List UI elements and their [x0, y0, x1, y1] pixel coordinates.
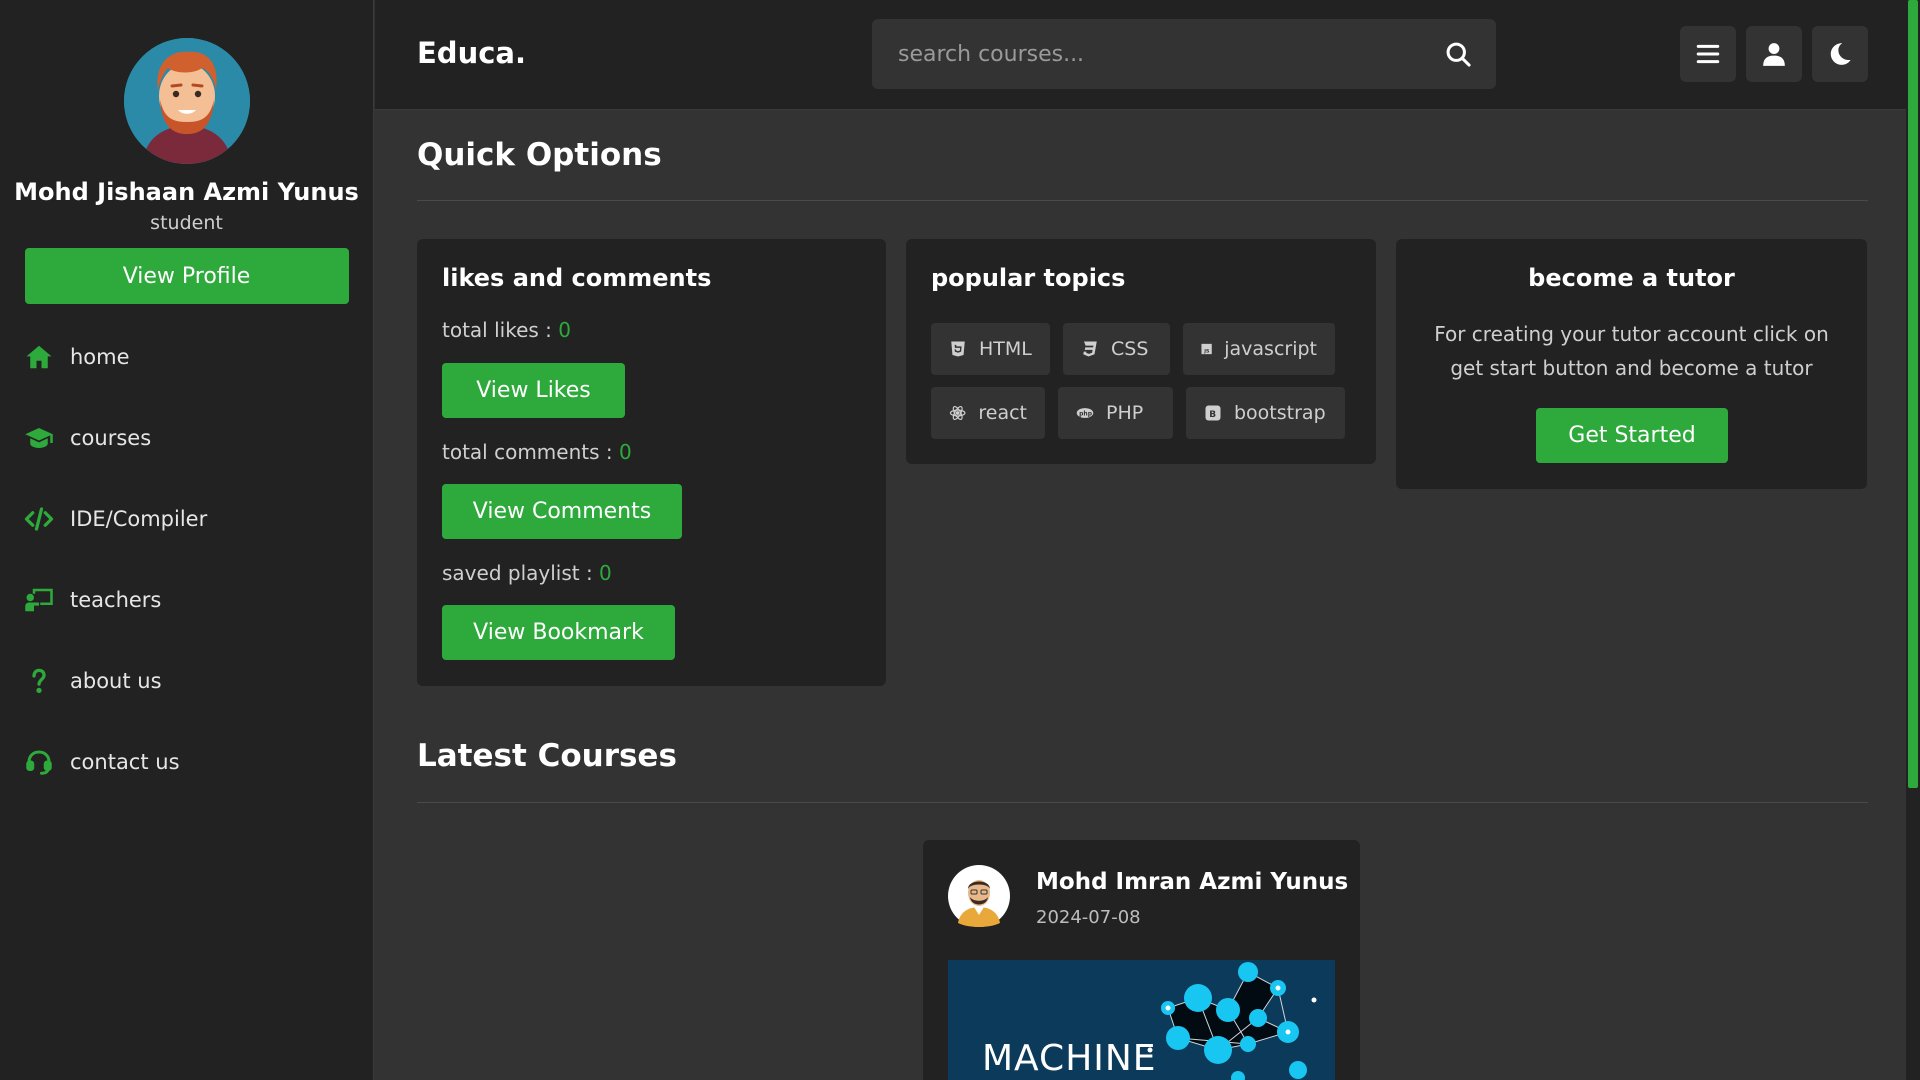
card-title: become a tutor	[1528, 264, 1735, 292]
sidebar-item-home[interactable]: home	[0, 316, 373, 397]
sidebar-item-about-us[interactable]: about us	[0, 640, 373, 721]
react-icon	[949, 405, 966, 421]
headset-icon	[26, 749, 52, 775]
php-icon: php	[1076, 408, 1094, 418]
question-icon	[32, 668, 46, 693]
total-likes-stat: total likes : 0	[442, 318, 571, 342]
main-content: Quick Options likes and comments total l…	[375, 111, 1906, 1080]
course-card[interactable]: Mohd Imran Azmi Yunus 2024-07-08 MACHINE	[923, 840, 1360, 1080]
user-button[interactable]	[1746, 26, 1802, 82]
topic-tag-label: react	[978, 402, 1027, 424]
html5-icon	[951, 341, 965, 357]
home-icon	[26, 345, 52, 368]
topic-tag-label: javascript	[1224, 338, 1317, 360]
svg-text:php: php	[1079, 410, 1093, 417]
section-divider	[417, 802, 1868, 803]
thumbnail-title: MACHINE	[982, 1038, 1157, 1079]
topic-tag-javascript[interactable]: JS javascript	[1183, 323, 1335, 375]
hamburger-menu-icon	[1696, 44, 1720, 64]
total-likes-value: 0	[558, 318, 571, 342]
user-icon	[1763, 43, 1785, 66]
menu-button[interactable]	[1680, 26, 1736, 82]
card-title: popular topics	[931, 264, 1126, 292]
sidebar-nav: home courses IDE/Compiler teachers about…	[0, 316, 373, 802]
view-bookmark-button[interactable]: View Bookmark	[442, 605, 675, 660]
sidebar-item-label: home	[70, 344, 130, 369]
tutor-description: For creating your tutor account click on…	[1434, 322, 1829, 380]
likes-comments-card: likes and comments total likes : 0 View …	[417, 239, 886, 686]
scrollbar-thumb[interactable]	[1908, 0, 1918, 788]
moon-icon	[1830, 43, 1851, 65]
topic-tag-label: bootstrap	[1234, 402, 1326, 424]
topic-tag-label: CSS	[1111, 338, 1149, 360]
sidebar-item-label: IDE/Compiler	[70, 506, 208, 531]
graduation-cap-icon	[25, 427, 53, 448]
total-comments-stat: total comments : 0	[442, 440, 632, 464]
view-comments-button[interactable]: View Comments	[442, 484, 682, 539]
stat-label: total likes :	[442, 318, 559, 342]
saved-playlist-value: 0	[599, 561, 612, 585]
sidebar-item-label: teachers	[70, 587, 162, 612]
search-input[interactable]	[898, 41, 1444, 67]
profile-role: student	[150, 212, 223, 234]
profile-section: Mohd Jishaan Azmi Yunus student View Pro…	[0, 0, 373, 304]
get-started-button[interactable]: Get Started	[1536, 408, 1728, 463]
css3-icon	[1083, 341, 1097, 357]
sidebar-item-ide-compiler[interactable]: IDE/Compiler	[0, 478, 373, 559]
search-icon[interactable]	[1444, 40, 1472, 68]
topic-tag-label: PHP	[1106, 402, 1144, 424]
sidebar-item-courses[interactable]: courses	[0, 397, 373, 478]
stat-label: total comments :	[442, 440, 619, 464]
course-date: 2024-07-08	[1036, 907, 1141, 928]
svg-text:JS: JS	[1203, 349, 1210, 355]
topic-tag-css[interactable]: CSS	[1063, 323, 1170, 375]
sidebar-item-teachers[interactable]: teachers	[0, 559, 373, 640]
header: Educa.	[375, 0, 1906, 110]
total-comments-value: 0	[618, 440, 632, 464]
latest-courses-title: Latest Courses	[417, 738, 677, 774]
become-tutor-card: become a tutor For creating your tutor a…	[1396, 239, 1867, 489]
view-profile-button[interactable]: View Profile	[24, 248, 349, 304]
topic-tag-html[interactable]: HTML	[931, 323, 1050, 375]
sidebar-item-label: contact us	[70, 749, 180, 774]
logo[interactable]: Educa.	[417, 36, 526, 70]
topic-tag-bootstrap[interactable]: B bootstrap	[1186, 387, 1345, 439]
bootstrap-icon: B	[1205, 405, 1221, 421]
dark-mode-toggle[interactable]	[1812, 26, 1868, 82]
tutor-avatar	[948, 865, 1010, 927]
course-thumbnail[interactable]: MACHINE	[948, 960, 1335, 1080]
profile-name: Mohd Jishaan Azmi Yunus	[14, 178, 359, 206]
neural-network-graphic	[1147, 962, 1317, 1080]
js-icon: JS	[1201, 343, 1212, 355]
search-bar	[872, 19, 1496, 89]
stat-label: saved playlist :	[442, 561, 600, 585]
card-title: likes and comments	[442, 264, 712, 292]
sidebar-item-contact-us[interactable]: contact us	[0, 721, 373, 802]
sidebar-item-label: about us	[70, 668, 162, 693]
sidebar-item-label: courses	[70, 425, 152, 450]
svg-text:B: B	[1209, 410, 1216, 420]
popular-topics-card: popular topics HTML CSS JS javascript re…	[906, 239, 1376, 464]
chalkboard-teacher-icon	[25, 588, 53, 611]
view-likes-button[interactable]: View Likes	[442, 363, 625, 418]
sidebar: Mohd Jishaan Azmi Yunus student View Pro…	[0, 0, 374, 1080]
quick-options-title: Quick Options	[417, 137, 662, 173]
saved-playlist-stat: saved playlist : 0	[442, 561, 612, 585]
topic-tag-label: HTML	[979, 338, 1032, 360]
section-divider	[417, 200, 1868, 201]
topic-tag-php[interactable]: php PHP	[1058, 387, 1173, 439]
course-tutor-name: Mohd Imran Azmi Yunus	[1036, 869, 1349, 895]
code-icon	[24, 506, 54, 531]
avatar	[123, 38, 250, 164]
topic-tag-react[interactable]: react	[931, 387, 1045, 439]
